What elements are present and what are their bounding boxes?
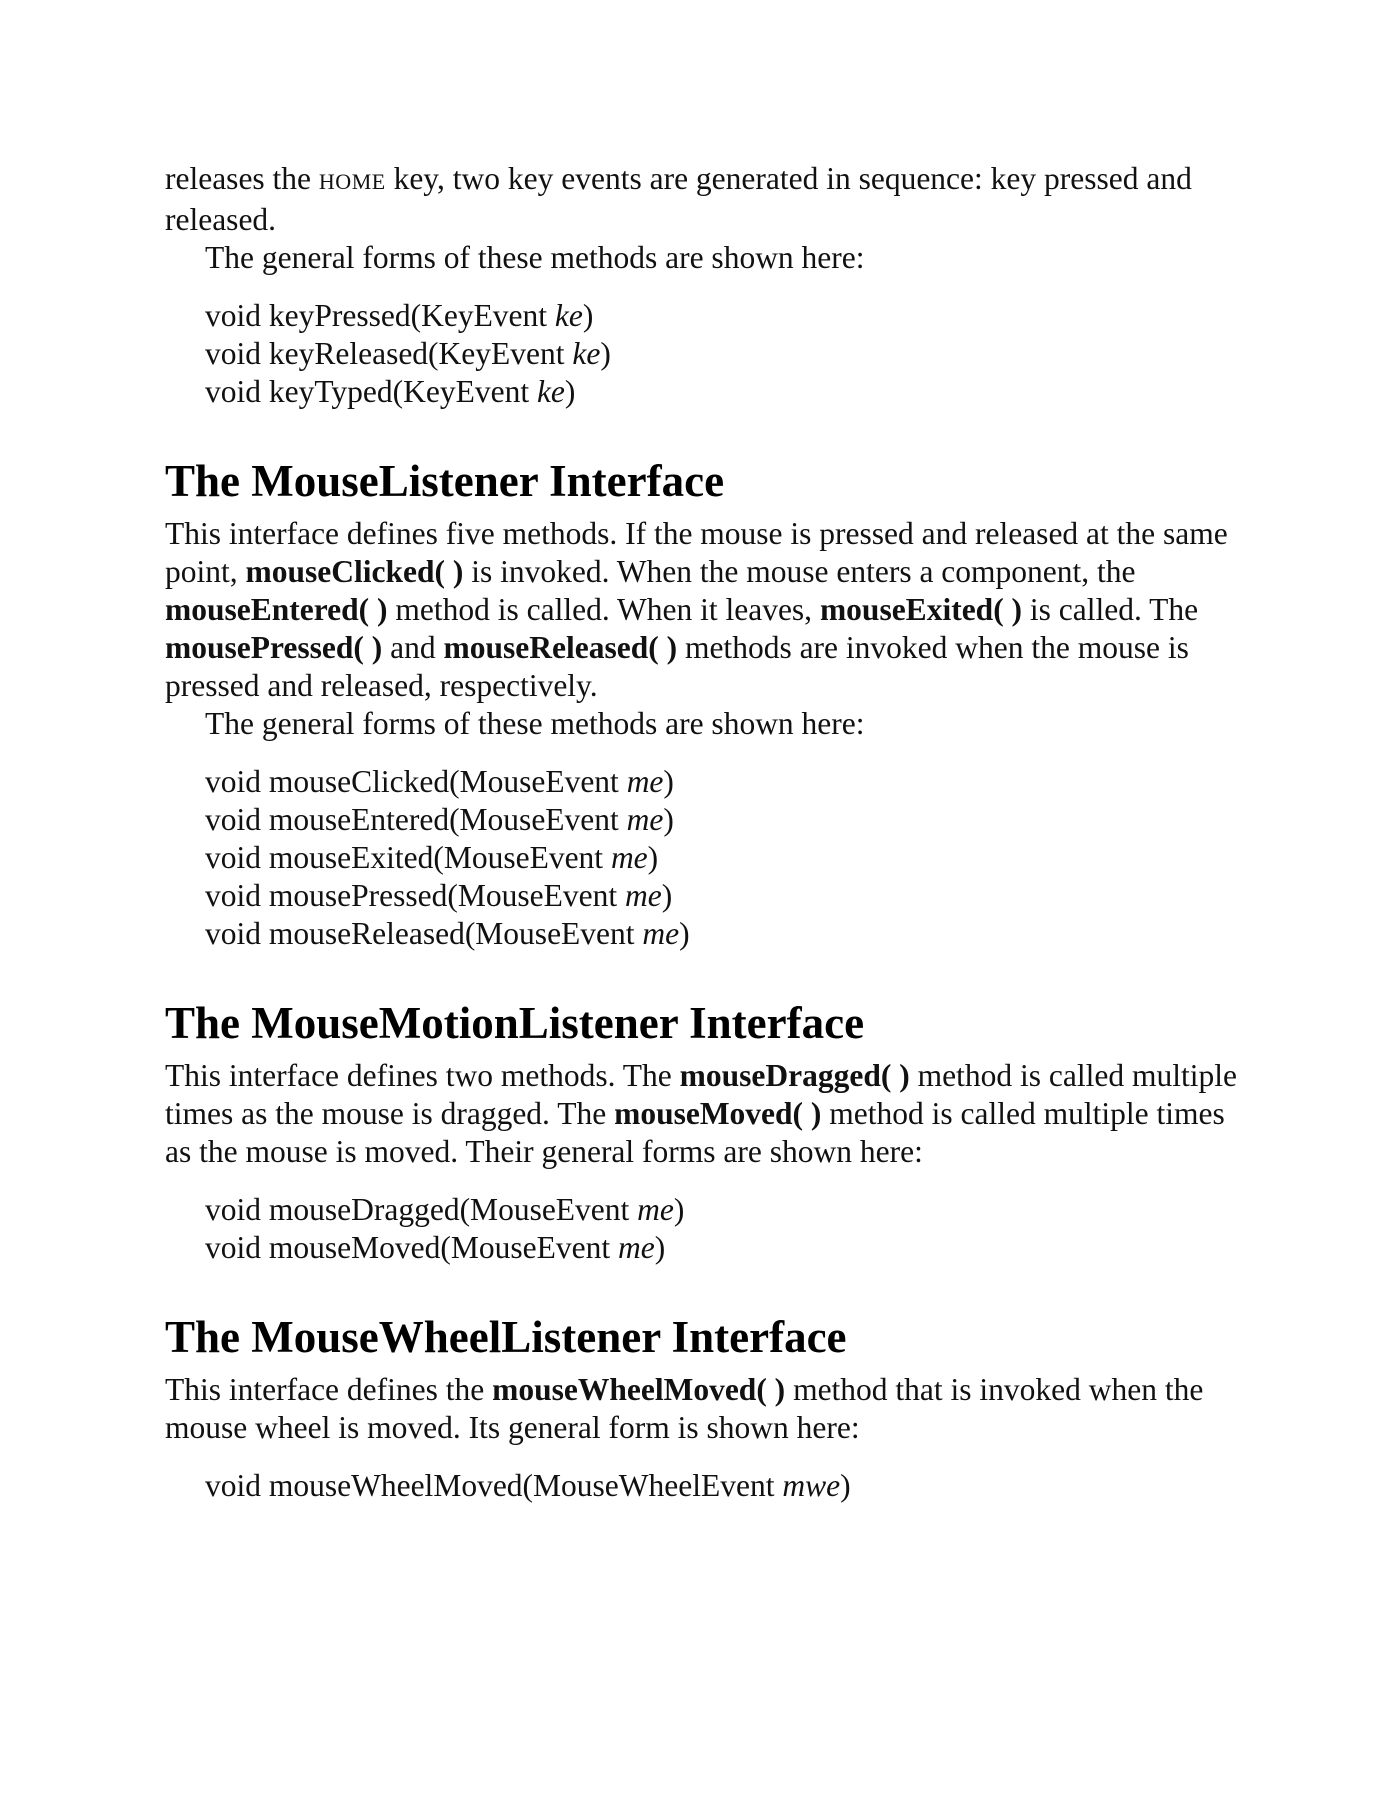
- intro-text: releases the: [165, 161, 319, 196]
- forms-intro-mouse: The general forms of these methods are s…: [205, 706, 865, 741]
- heading-mouse-listener: The MouseListener Interface: [165, 456, 725, 506]
- forms-intro-key: The general forms of these methods are s…: [205, 240, 865, 275]
- code-line: void mouseReleased(MouseEvent me): [205, 916, 690, 951]
- code-line: void keyPressed(KeyEvent ke): [205, 298, 594, 333]
- code-block-mouse: void mouseClicked(MouseEvent me) void mo…: [205, 763, 1245, 953]
- code-block-mouse-motion: void mouseDragged(MouseEvent me) void mo…: [205, 1191, 1245, 1267]
- code-line: void mouseMoved(MouseEvent me): [205, 1230, 666, 1265]
- code-line: void keyReleased(KeyEvent ke): [205, 336, 611, 371]
- home-key-label: HOME: [318, 169, 386, 194]
- document-page: releases the HOME key, two key events ar…: [165, 160, 1245, 1505]
- code-line: void mouseExited(MouseEvent me): [205, 840, 659, 875]
- code-block-key: void keyPressed(KeyEvent ke) void keyRel…: [205, 297, 1245, 411]
- code-line: void mouseWheelMoved(MouseWheelEvent mwe…: [205, 1468, 851, 1503]
- heading-mouse-wheel-listener: The MouseWheelListener Interface: [165, 1312, 847, 1362]
- code-line: void mouseClicked(MouseEvent me): [205, 764, 674, 799]
- code-line: void mouseDragged(MouseEvent me): [205, 1192, 685, 1227]
- code-line: void mouseEntered(MouseEvent me): [205, 802, 674, 837]
- code-line: void mousePressed(MouseEvent me): [205, 878, 673, 913]
- heading-mouse-motion-listener: The MouseMotionListener Interface: [165, 998, 865, 1048]
- mouse-motion-paragraph: This interface defines two methods. The …: [165, 1058, 1237, 1169]
- code-block-mouse-wheel: void mouseWheelMoved(MouseWheelEvent mwe…: [205, 1467, 1245, 1505]
- mouse-listener-paragraph: This interface defines five methods. If …: [165, 516, 1228, 703]
- intro-paragraph: releases the HOME key, two key events ar…: [165, 160, 1245, 239]
- mouse-wheel-paragraph: This interface defines the mouseWheelMov…: [165, 1372, 1204, 1445]
- code-line: void keyTyped(KeyEvent ke): [205, 374, 576, 409]
